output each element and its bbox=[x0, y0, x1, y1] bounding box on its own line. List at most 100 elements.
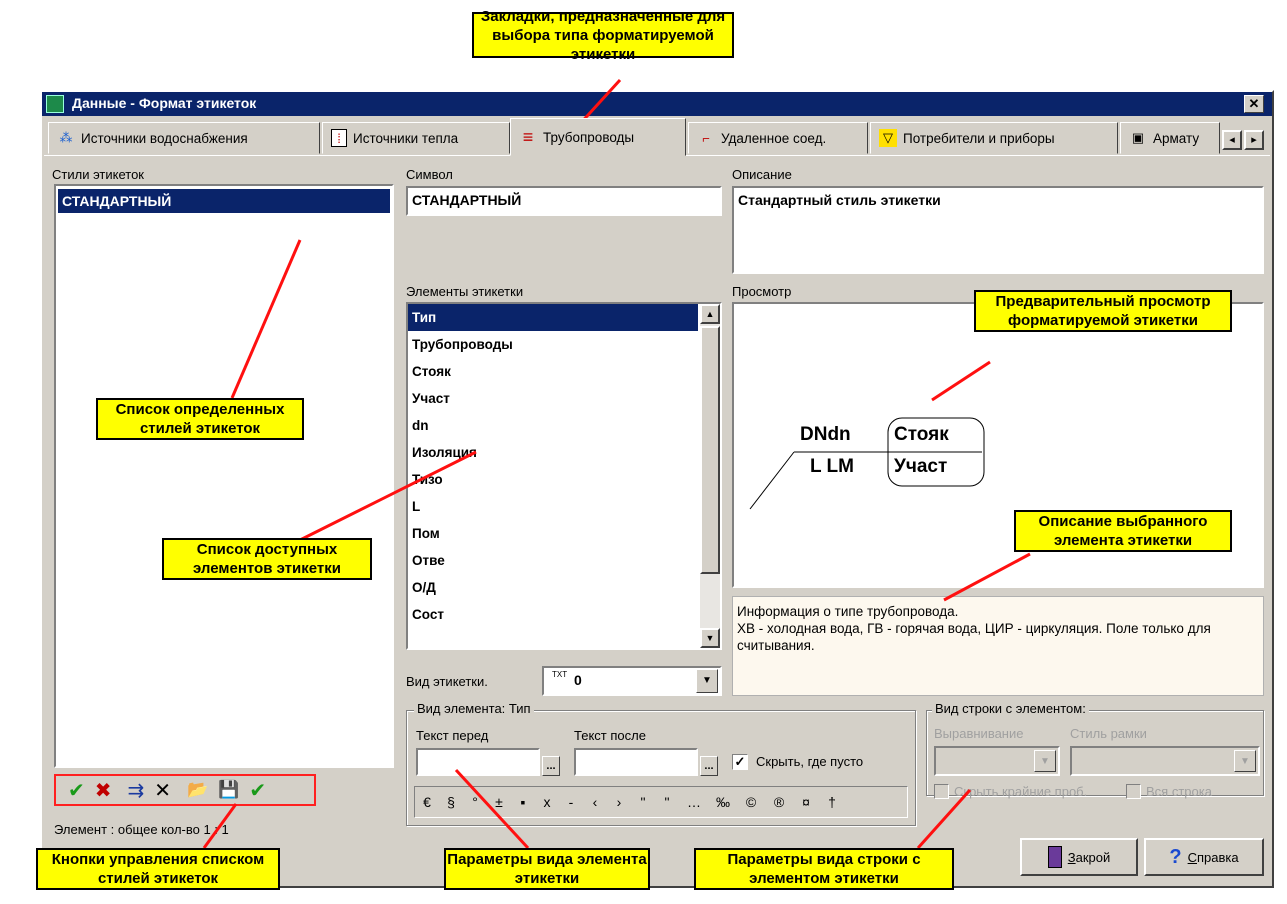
water-source-icon: ⁂ bbox=[59, 130, 73, 145]
styles-toolbar: ✔ ✖ ⇉ ✕ 📂 💾 ✔ bbox=[54, 774, 316, 806]
open-folder-icon[interactable]: 📂 bbox=[187, 780, 208, 800]
elements-list[interactable]: Тип Трубопроводы Стояк Участ dn Изоляция… bbox=[406, 302, 722, 650]
elements-list-item[interactable]: L bbox=[408, 493, 698, 520]
hide-empty-label: Скрыть, где пусто bbox=[756, 754, 864, 769]
callout-tabs: Закладки, предназначенные для выбора тип… bbox=[472, 8, 734, 63]
styles-list[interactable]: СТАНДАРТНЫЙ bbox=[54, 184, 394, 768]
tab-remote-connection[interactable]: ⌐ Удаленное соед. bbox=[688, 122, 868, 154]
callout-styles-list: Список определенных стилей этикеток bbox=[96, 398, 304, 440]
tab-pipelines[interactable]: ≡ Трубопроводы bbox=[510, 118, 686, 156]
label-view-icon: TXT bbox=[552, 670, 568, 679]
elements-list-item[interactable]: Тип bbox=[408, 304, 698, 331]
hide-edges-checkbox[interactable] bbox=[934, 784, 949, 799]
scroll-thumb[interactable] bbox=[700, 326, 720, 574]
preview-top-right: Стояк bbox=[894, 424, 949, 445]
symbol-button[interactable]: ° bbox=[463, 794, 487, 810]
whole-row-checkbox[interactable] bbox=[1126, 784, 1141, 799]
help-button-accel: С bbox=[1187, 849, 1197, 865]
elements-scrollbar[interactable]: ▲ ▼ bbox=[700, 304, 720, 648]
styles-list-item[interactable]: СТАНДАРТНЫЙ bbox=[58, 189, 390, 213]
elements-list-item[interactable]: Участ bbox=[408, 385, 698, 412]
close-button[interactable]: Закрой bbox=[1020, 838, 1138, 876]
label-view-value: 0 bbox=[574, 672, 582, 688]
description-label: Описание bbox=[732, 167, 792, 182]
chevron-down-icon[interactable]: ▼ bbox=[1234, 750, 1256, 772]
symbol-button[interactable]: - bbox=[559, 794, 583, 810]
elements-list-item[interactable]: Сост bbox=[408, 601, 698, 628]
scroll-down-button[interactable]: ▼ bbox=[700, 628, 720, 648]
symbol-button[interactable]: ® bbox=[765, 794, 793, 810]
callout-row-params: Параметры вида строки с элементом этикет… bbox=[694, 848, 954, 890]
heat-source-icon: ⁞ bbox=[331, 129, 347, 147]
tab-fittings[interactable]: ▣ Армату bbox=[1120, 122, 1220, 154]
hide-empty-checkbox[interactable]: ✓ bbox=[732, 754, 748, 770]
hide-edges-label: Скрыть крайние проб. bbox=[954, 784, 1088, 799]
app-icon bbox=[46, 95, 64, 113]
tab-water-sources[interactable]: ⁂ Источники водоснабжения bbox=[48, 122, 320, 154]
dialog-window: Данные - Формат этикеток ✕ ⁂ Источники в… bbox=[40, 90, 1274, 888]
symbol-button[interactable]: € bbox=[415, 794, 439, 810]
frame-style-combo[interactable]: ▼ bbox=[1070, 746, 1260, 776]
elements-list-item[interactable]: Тизо bbox=[408, 466, 698, 493]
symbol-button[interactable]: † bbox=[819, 794, 845, 810]
symbol-button[interactable]: ‹ bbox=[583, 794, 607, 810]
alignment-combo[interactable]: ▼ bbox=[934, 746, 1060, 776]
whole-row-label: Вся строка bbox=[1146, 784, 1212, 799]
arrow-left-icon: ◂ bbox=[1229, 134, 1235, 146]
window-title: Данные - Формат этикеток bbox=[72, 95, 257, 111]
elements-list-item[interactable]: Пом bbox=[408, 520, 698, 547]
text-after-input[interactable] bbox=[574, 748, 698, 776]
elements-list-item[interactable]: Изоляция bbox=[408, 439, 698, 466]
label-view-combo[interactable]: TXT 0 ▼ bbox=[542, 666, 722, 696]
symbol-button[interactable]: ‰ bbox=[709, 794, 737, 810]
elements-list-item[interactable]: Стояк bbox=[408, 358, 698, 385]
save-disk-icon[interactable]: 💾 bbox=[218, 780, 239, 800]
row-view-title: Вид строки с элементом: bbox=[932, 701, 1089, 716]
help-button[interactable]: ? Справка bbox=[1144, 838, 1264, 876]
alignment-label: Выравнивание bbox=[934, 726, 1024, 741]
symbol-button[interactable]: ▪ bbox=[511, 794, 535, 810]
symbol-button[interactable]: " bbox=[655, 794, 679, 810]
symbol-button[interactable]: ± bbox=[487, 794, 511, 810]
confirm-check-icon[interactable]: ✔ bbox=[249, 778, 266, 803]
delete-x-icon[interactable]: ✖ bbox=[95, 778, 112, 803]
elements-list-item[interactable]: Отве bbox=[408, 547, 698, 574]
remove-icon[interactable]: ✕ bbox=[154, 778, 171, 803]
symbol-button[interactable]: © bbox=[737, 794, 765, 810]
tab-consumers[interactable]: ▽ Потребители и приборы bbox=[870, 122, 1118, 154]
symbol-button[interactable]: ¤ bbox=[793, 794, 819, 810]
symbol-button[interactable]: › bbox=[607, 794, 631, 810]
insert-icon[interactable]: ⇉ bbox=[128, 778, 145, 803]
symbol-input[interactable]: СТАНДАРТНЫЙ bbox=[406, 186, 722, 216]
text-before-input[interactable] bbox=[416, 748, 540, 776]
scroll-up-button[interactable]: ▲ bbox=[700, 304, 720, 324]
text-after-browse-button[interactable]: ... bbox=[700, 756, 718, 776]
close-icon: ✕ bbox=[1248, 96, 1260, 111]
symbols-bar: € § ° ± ▪ x - ‹ › " " … ‰ © ® ¤ † bbox=[414, 786, 908, 818]
preview-label: Просмотр bbox=[732, 284, 792, 299]
symbol-button[interactable]: x bbox=[535, 794, 559, 810]
symbol-button[interactable]: § bbox=[439, 794, 463, 810]
elements-list-item[interactable]: Трубопроводы bbox=[408, 331, 698, 358]
tab-label: Потребители и приборы bbox=[903, 130, 1055, 146]
tab-scroll-right-button[interactable]: ▸ bbox=[1244, 130, 1264, 150]
symbol-button[interactable]: … bbox=[679, 794, 709, 810]
tab-heat-sources[interactable]: ⁞ Источники тепла bbox=[322, 122, 510, 154]
tab-scroll-left-button[interactable]: ◂ bbox=[1222, 130, 1242, 150]
symbol-button[interactable]: " bbox=[631, 794, 655, 810]
elements-list-item[interactable]: О/Д bbox=[408, 574, 698, 601]
callout-element-desc: Описание выбранного элемента этикетки bbox=[1014, 510, 1232, 552]
help-button-label: правка bbox=[1197, 849, 1239, 865]
elements-list-item[interactable]: dn bbox=[408, 412, 698, 439]
close-window-button[interactable]: ✕ bbox=[1244, 95, 1264, 113]
text-before-browse-button[interactable]: ... bbox=[542, 756, 560, 776]
tab-label: Армату bbox=[1153, 130, 1200, 146]
description-input[interactable]: Стандартный стиль этикетки bbox=[732, 186, 1264, 274]
title-bar[interactable]: Данные - Формат этикеток ✕ bbox=[42, 92, 1272, 116]
tab-label: Источники тепла bbox=[353, 130, 459, 146]
arrow-right-icon: ▸ bbox=[1251, 134, 1257, 146]
chevron-down-icon[interactable]: ▼ bbox=[696, 669, 718, 693]
chevron-down-icon[interactable]: ▼ bbox=[1034, 750, 1056, 772]
apply-check-icon[interactable]: ✔ bbox=[68, 778, 85, 803]
text-before-label: Текст перед bbox=[416, 728, 489, 743]
